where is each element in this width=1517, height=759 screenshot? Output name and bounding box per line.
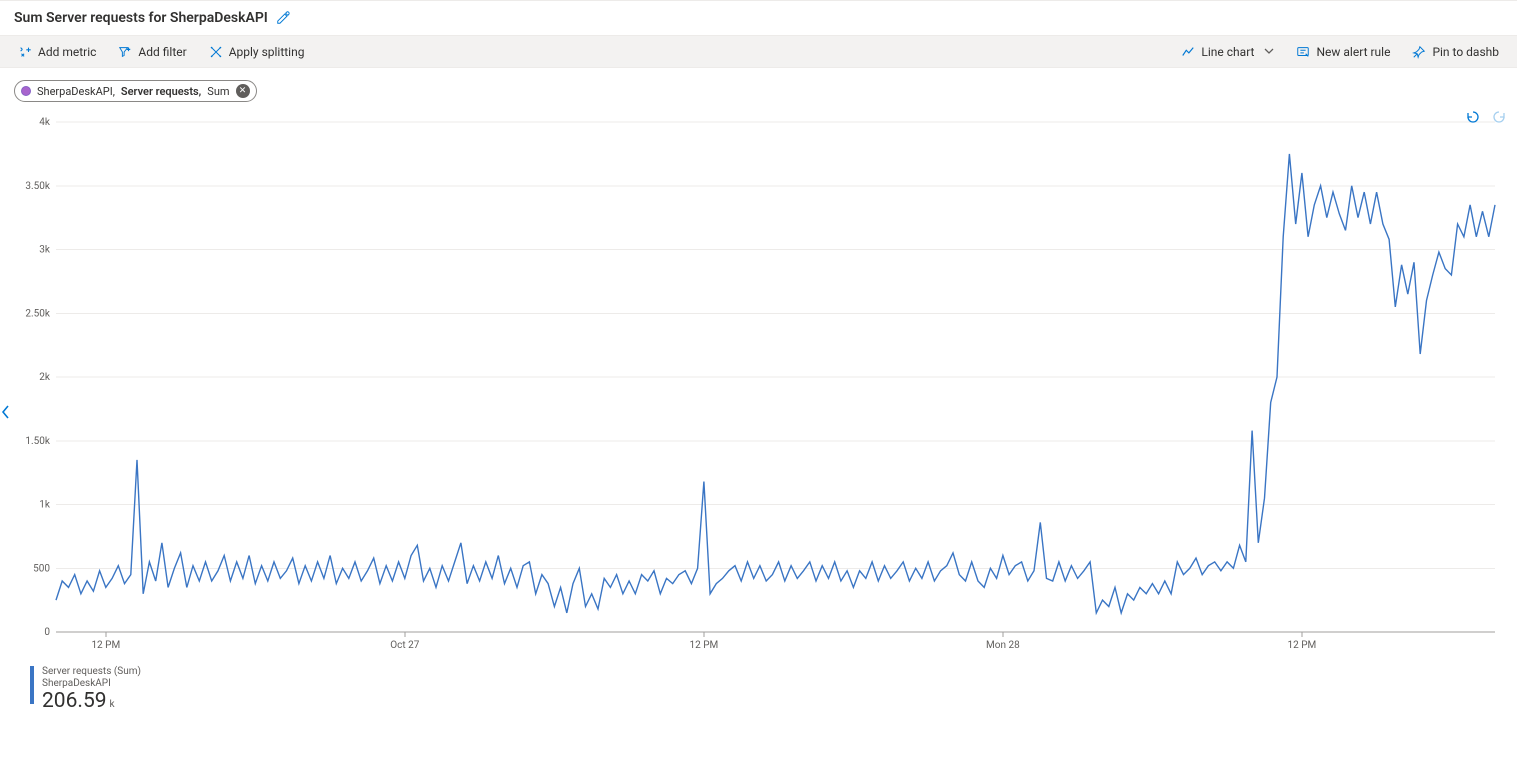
new-alert-rule-label: New alert rule xyxy=(1316,45,1390,59)
new-alert-rule-button[interactable]: New alert rule xyxy=(1288,38,1398,66)
chart-area: 0 500 1k 1.50k 2k 2.50k 3k 3.50k 4k 12 PM Oct 27 1… xyxy=(0,102,1517,662)
split-icon xyxy=(209,45,223,59)
svg-text:Mon 28: Mon 28 xyxy=(986,640,1020,651)
pill-agg: Sum xyxy=(207,85,229,98)
legend-unit: k xyxy=(110,699,115,710)
pin-icon xyxy=(1412,45,1426,59)
chart-toolbar: Add metric Add filter Apply splitting Li… xyxy=(0,36,1517,68)
svg-text:1k: 1k xyxy=(39,500,51,511)
insights-icon xyxy=(21,86,31,96)
legend-resource: SherpaDeskAPI xyxy=(42,678,141,690)
add-filter-button[interactable]: Add filter xyxy=(110,38,194,66)
svg-text:12 PM: 12 PM xyxy=(91,640,120,651)
metric-pill-row: SherpaDeskAPI, Server requests, Sum ✕ xyxy=(0,68,1517,102)
undo-icon[interactable] xyxy=(1461,106,1483,128)
pin-to-dashboard-label: Pin to dashb xyxy=(1432,45,1499,59)
svg-text:2.50k: 2.50k xyxy=(25,308,50,319)
svg-text:1.50k: 1.50k xyxy=(25,436,50,447)
svg-text:3k: 3k xyxy=(39,245,51,256)
svg-text:500: 500 xyxy=(33,563,50,574)
legend-value: 206.59 xyxy=(42,689,107,713)
add-metric-label: Add metric xyxy=(38,45,96,59)
svg-text:Oct 27: Oct 27 xyxy=(390,640,419,651)
chevron-down-icon xyxy=(1264,45,1274,59)
pill-metric: Server requests, xyxy=(121,85,201,98)
svg-text:4k: 4k xyxy=(39,117,51,128)
apply-splitting-label: Apply splitting xyxy=(229,45,305,59)
svg-text:12 PM: 12 PM xyxy=(1288,640,1317,651)
title-bar: Sum Server requests for SherpaDeskAPI xyxy=(0,0,1517,36)
sparkle-plus-icon xyxy=(18,45,32,59)
legend-swatch xyxy=(30,666,34,704)
svg-text:2k: 2k xyxy=(39,372,51,383)
pencil-icon[interactable] xyxy=(276,11,290,25)
chart-type-label: Line chart xyxy=(1201,45,1254,59)
close-icon[interactable]: ✕ xyxy=(236,84,250,98)
metric-pill[interactable]: SherpaDeskAPI, Server requests, Sum ✕ xyxy=(14,80,257,102)
add-filter-label: Add filter xyxy=(138,45,186,59)
line-chart[interactable]: 0 500 1k 1.50k 2k 2.50k 3k 3.50k 4k 12 PM Oct 27 1… xyxy=(16,102,1501,662)
alert-icon xyxy=(1296,45,1310,59)
legend-metric: Server requests (Sum) xyxy=(42,666,141,678)
line-chart-icon xyxy=(1181,45,1195,59)
svg-text:3.50k: 3.50k xyxy=(25,181,50,192)
redo-icon[interactable] xyxy=(1489,106,1511,128)
chart-type-dropdown[interactable]: Line chart xyxy=(1173,38,1282,66)
funnel-plus-icon xyxy=(118,45,132,59)
pill-resource: SherpaDeskAPI, xyxy=(37,85,115,98)
add-metric-button[interactable]: Add metric xyxy=(10,38,104,66)
pin-to-dashboard-button[interactable]: Pin to dashb xyxy=(1404,38,1507,66)
apply-splitting-button[interactable]: Apply splitting xyxy=(201,38,313,66)
page-title: Sum Server requests for SherpaDeskAPI xyxy=(14,10,268,26)
svg-text:0: 0 xyxy=(44,627,50,638)
chart-legend: Server requests (Sum) SherpaDeskAPI 206.… xyxy=(0,662,1517,723)
svg-text:12 PM: 12 PM xyxy=(689,640,718,651)
